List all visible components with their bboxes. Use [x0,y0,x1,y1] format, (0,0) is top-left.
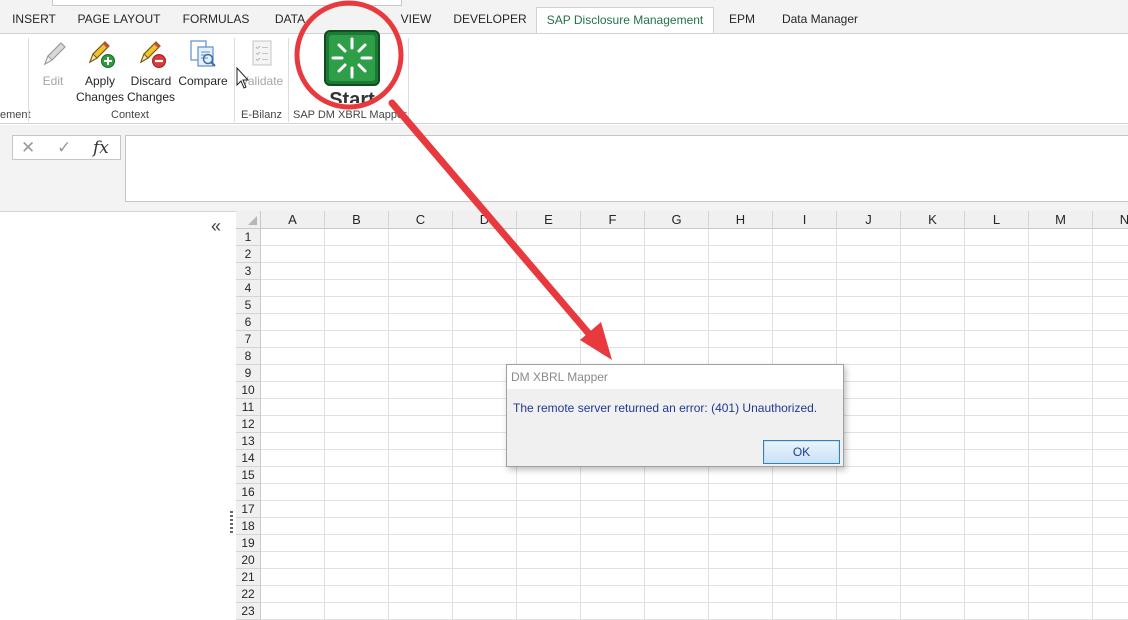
row-header[interactable]: 16 [236,484,261,501]
start-label: Start [329,89,375,103]
column-header[interactable]: J [837,211,901,229]
pencil-add-icon [84,38,116,70]
row-header[interactable]: 3 [236,263,261,280]
tab-data-manager[interactable]: Data Manager [774,7,866,33]
collapse-pane-icon[interactable]: « [211,216,221,236]
title-bar-fragment [52,0,402,6]
group-separator [408,38,409,122]
row-header[interactable]: 8 [236,348,261,365]
row-header[interactable]: 14 [236,450,261,467]
row-header[interactable]: 7 [236,331,261,348]
row-header[interactable]: 12 [236,416,261,433]
cancel-x-icon[interactable]: ✕ [21,138,35,158]
pane-splitter-handle[interactable] [230,511,233,533]
column-header[interactable]: H [709,211,773,229]
row-header[interactable]: 2 [236,246,261,263]
column-header[interactable]: C [389,211,453,229]
column-header[interactable]: M [1029,211,1093,229]
row-header[interactable]: 18 [236,518,261,535]
row-header[interactable]: 5 [236,297,261,314]
select-all-corner[interactable] [236,211,261,229]
pencil-remove-icon [135,38,167,70]
row-header[interactable]: 11 [236,399,261,416]
checklist-icon [246,38,278,70]
dialog-message: The remote server returned an error: (40… [513,401,818,415]
column-header[interactable]: B [325,211,389,229]
column-header[interactable]: A [261,211,325,229]
column-header[interactable]: K [901,211,965,229]
row-header[interactable]: 13 [236,433,261,450]
start-xbrl-mapper-button[interactable]: Start [318,22,386,103]
group-separator [288,38,289,122]
group-label-truncated: ement [0,109,31,121]
apply-changes-label-1: Apply [84,74,116,88]
row-header[interactable]: 9 [236,365,261,382]
pencil-icon [37,38,69,70]
compare-documents-icon [187,38,219,70]
column-header[interactable]: N [1093,211,1128,229]
row-header[interactable]: 10 [236,382,261,399]
start-icon [322,28,382,88]
row-header[interactable]: 6 [236,314,261,331]
row-header[interactable]: 20 [236,552,261,569]
row-header[interactable]: 17 [236,501,261,518]
row-header[interactable]: 1 [236,229,261,246]
row-header[interactable]: 19 [236,535,261,552]
edit-label: Edit [42,74,64,88]
compare-label: Compare [178,74,228,88]
group-label-ebilanz: E-Bilanz [241,109,282,121]
tab-epm[interactable]: EPM [724,7,760,33]
validate-button[interactable]: Validate [238,38,286,89]
apply-changes-label-2: Changes [75,90,125,104]
group-label-sap-dm-xbrl-mapper: SAP DM XBRL Mapper [293,109,407,121]
tab-insert[interactable]: INSERT [8,7,60,33]
apply-changes-button[interactable]: Apply Changes [74,38,126,105]
tab-formulas[interactable]: FORMULAS [178,7,254,33]
ribbon-tab-bar: INSERT PAGE LAYOUT FORMULAS DATA VIEW DE… [0,0,1128,33]
insert-function-fx-icon[interactable]: fx [93,138,109,158]
column-header[interactable]: F [581,211,645,229]
tab-page-layout[interactable]: PAGE LAYOUT [72,7,166,33]
task-pane: « [0,213,236,620]
column-header[interactable]: I [773,211,837,229]
column-header[interactable]: G [645,211,709,229]
tab-data[interactable]: DATA [268,7,312,33]
formula-input[interactable] [125,135,1128,202]
error-dialog: DM XBRL Mapper The remote server returne… [506,364,844,467]
group-separator [28,38,29,122]
row-header[interactable]: 21 [236,569,261,586]
discard-changes-label-1: Discard [130,74,172,88]
discard-changes-label-2: Changes [126,90,176,104]
tab-view[interactable]: VIEW [396,7,436,33]
edit-button[interactable]: Edit [36,38,70,89]
discard-changes-button[interactable]: Discard Changes [125,38,177,105]
group-label-context: Context [111,109,149,121]
validate-label: Validate [240,74,284,88]
column-header[interactable]: L [965,211,1029,229]
row-header[interactable]: 15 [236,467,261,484]
tab-sap-disclosure-management[interactable]: SAP Disclosure Management [536,7,714,33]
row-header[interactable]: 23 [236,603,261,620]
row-header[interactable]: 22 [236,586,261,603]
enter-check-icon[interactable]: ✓ [57,138,71,158]
formula-controls: ✕ ✓ fx [12,135,121,160]
dialog-title: DM XBRL Mapper [507,365,843,389]
group-separator [234,38,235,122]
ribbon: ement Edit Apply Changes Discard Changes… [0,30,1128,124]
compare-button[interactable]: Compare [176,38,230,89]
column-header[interactable]: E [517,211,581,229]
formula-bar-area: ✕ ✓ fx [0,125,1128,212]
tab-developer[interactable]: DEVELOPER [450,7,530,33]
column-header[interactable]: D [453,211,517,229]
ok-button[interactable]: OK [763,440,840,464]
row-header[interactable]: 4 [236,280,261,297]
